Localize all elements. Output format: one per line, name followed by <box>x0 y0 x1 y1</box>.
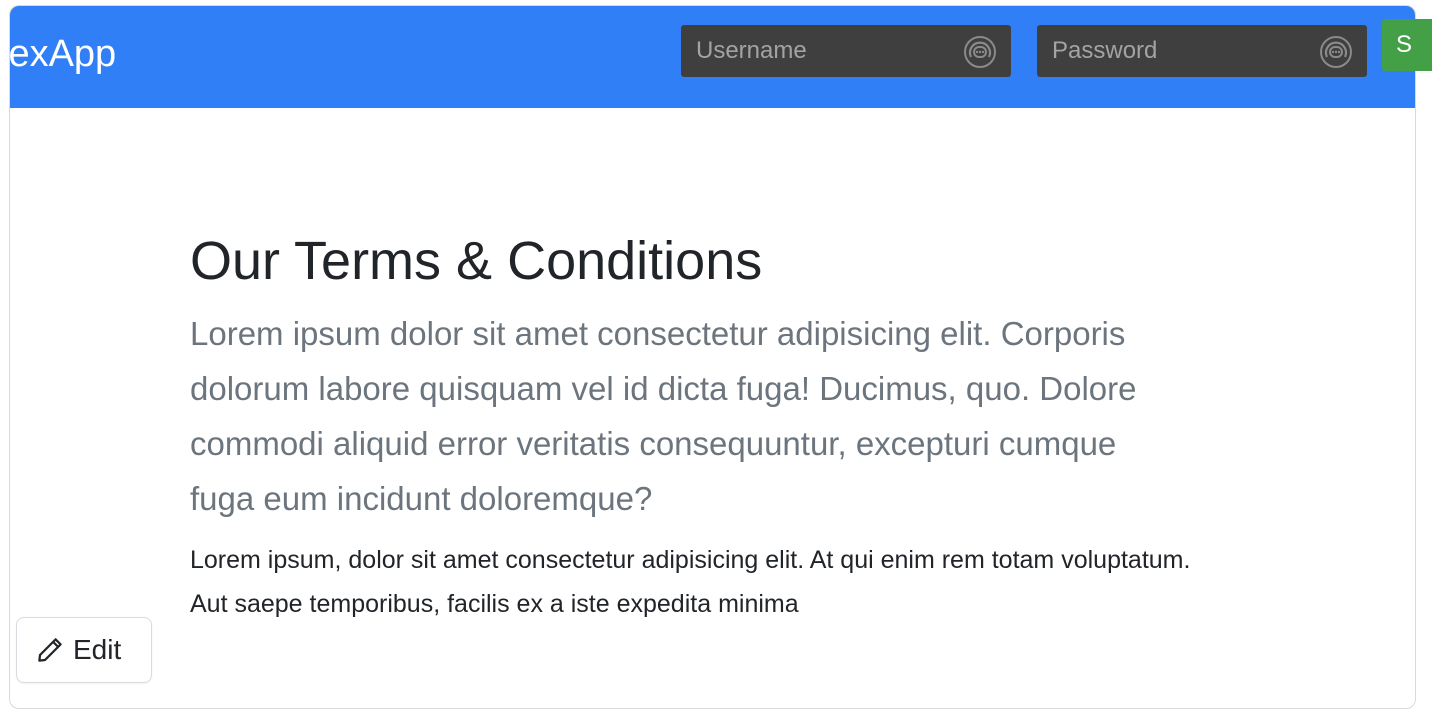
password-input[interactable] <box>1037 25 1307 77</box>
edit-button-label: Edit <box>73 634 122 665</box>
username-field[interactable] <box>681 25 1011 77</box>
navbar: lexApp <box>10 6 1415 108</box>
password-manager-icon[interactable] <box>963 35 997 69</box>
edit-button[interactable]: Edit <box>16 617 152 683</box>
username-input[interactable] <box>681 25 951 77</box>
page-title: Our Terms & Conditions <box>190 231 763 291</box>
pencil-icon <box>38 638 62 662</box>
brand-logo[interactable]: lexApp <box>10 32 116 76</box>
app-frame: lexApp Our Terms <box>9 5 1416 709</box>
body-paragraph: Lorem ipsum, dolor sit amet consectetur … <box>190 546 1191 618</box>
lead-paragraph: Lorem ipsum dolor sit amet consectetur a… <box>190 315 1137 517</box>
password-manager-icon[interactable] <box>1319 35 1353 69</box>
password-field[interactable] <box>1037 25 1367 77</box>
submit-button[interactable]: S <box>1382 19 1432 71</box>
main-content: Our Terms & Conditions Lorem ipsum dolor… <box>190 226 1200 626</box>
